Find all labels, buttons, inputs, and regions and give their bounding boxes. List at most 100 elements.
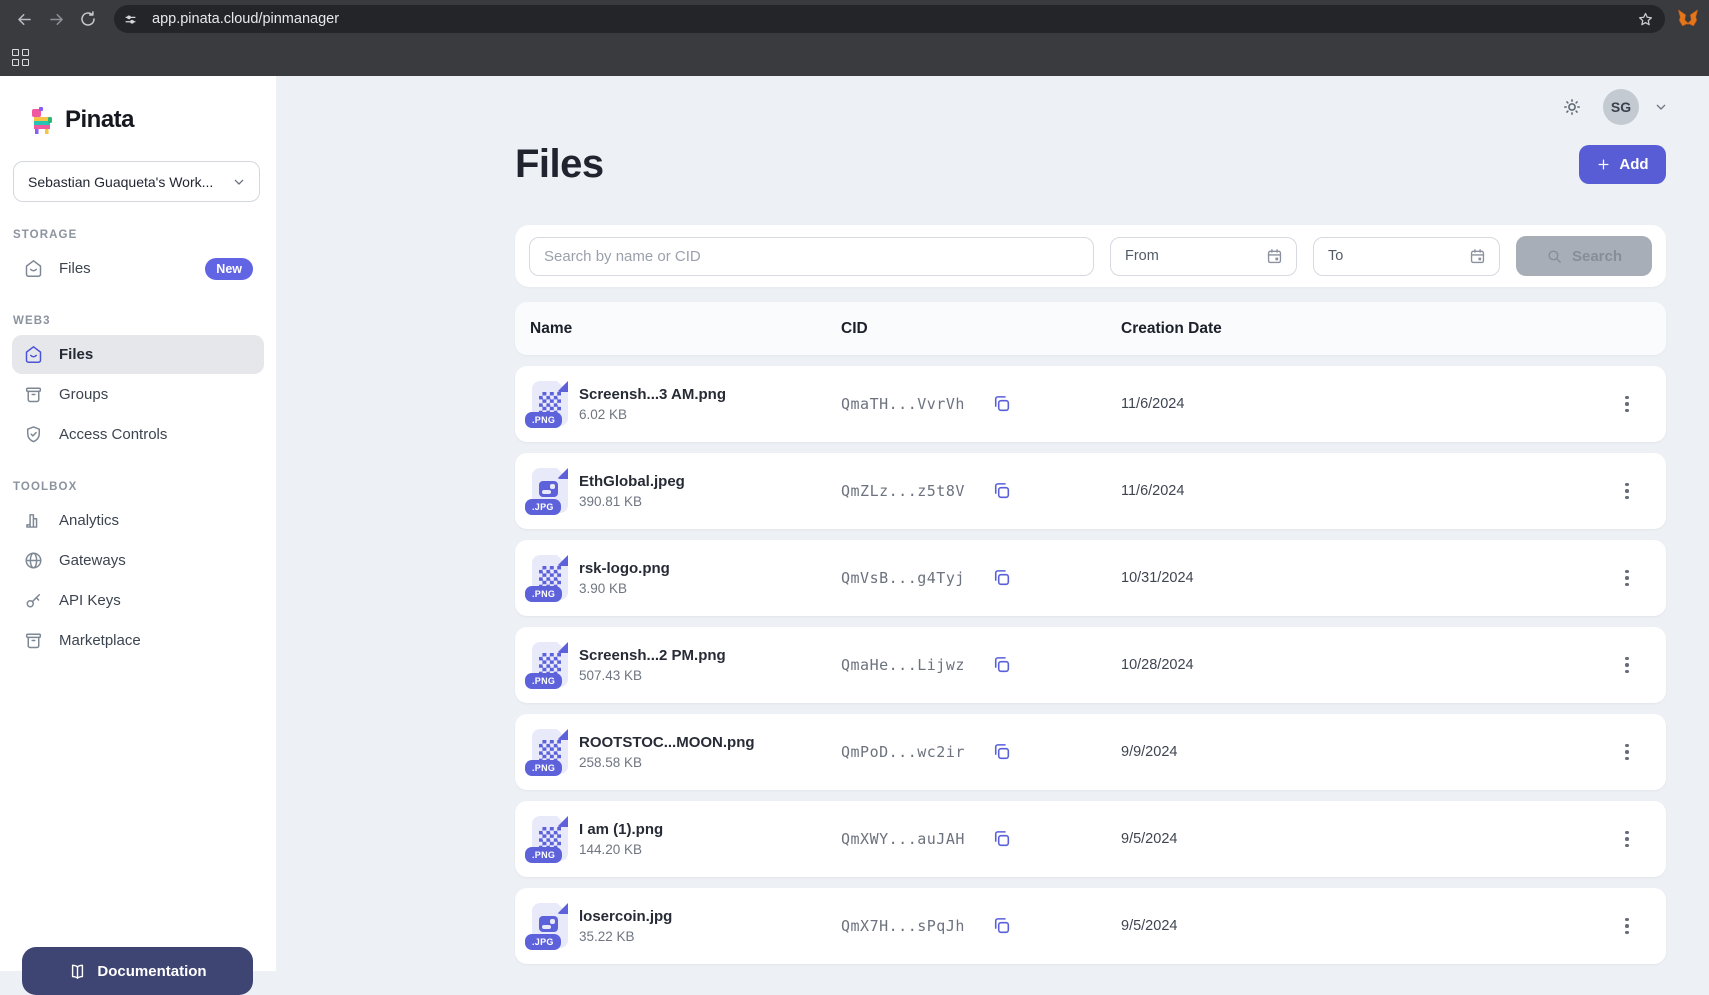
- row-menu-button[interactable]: [1610, 474, 1644, 508]
- table-row[interactable]: .PNG Screensh...2 PM.png 507.43 KB QmaHe…: [515, 627, 1666, 703]
- creation-date: 10/28/2024: [1121, 657, 1610, 673]
- copy-icon: [991, 393, 1012, 414]
- file-name: Screensh...3 AM.png: [579, 386, 726, 403]
- browser-back-button[interactable]: [8, 3, 40, 35]
- creation-date: 10/31/2024: [1121, 570, 1610, 586]
- copy-cid-button[interactable]: [991, 480, 1013, 502]
- file-extension-badge: .PNG: [525, 673, 562, 689]
- file-cid: QmVsB...g4Tyj: [841, 569, 965, 587]
- metamask-extension-icon[interactable]: [1677, 8, 1699, 30]
- sidebar-item-icon: [23, 630, 44, 651]
- file-extension-badge: .PNG: [525, 412, 562, 428]
- row-menu-button[interactable]: [1610, 822, 1644, 856]
- date-from-field[interactable]: From: [1110, 237, 1297, 276]
- sidebar-nav: STORAGE Files New WEB3 Files Groups Acce…: [0, 229, 276, 660]
- copy-cid-button[interactable]: [991, 741, 1013, 763]
- date-to-placeholder: To: [1328, 248, 1468, 264]
- sidebar: Pinata Sebastian Guaqueta's Work... STOR…: [0, 76, 276, 971]
- file-table-body: .PNG Screensh...3 AM.png 6.02 KB QmaTH..…: [515, 366, 1666, 964]
- date-to-field[interactable]: To: [1313, 237, 1500, 276]
- sidebar-item-analytics[interactable]: Analytics: [12, 501, 264, 540]
- pinata-logo[interactable]: Pinata: [30, 106, 276, 134]
- creation-date: 11/6/2024: [1121, 396, 1610, 412]
- file-cid: QmaHe...Lijwz: [841, 656, 965, 674]
- sidebar-item-label: Analytics: [59, 512, 119, 529]
- sidebar-item-api-keys[interactable]: API Keys: [12, 581, 264, 620]
- file-name: I am (1).png: [579, 821, 663, 838]
- file-extension-badge: .PNG: [525, 847, 562, 863]
- copy-icon: [991, 567, 1012, 588]
- search-input[interactable]: [529, 237, 1094, 276]
- table-row[interactable]: .PNG rsk-logo.png 3.90 KB QmVsB...g4Tyj …: [515, 540, 1666, 616]
- table-header: Name CID Creation Date: [515, 302, 1666, 355]
- copy-cid-button[interactable]: [991, 828, 1013, 850]
- table-row[interactable]: .PNG Screensh...3 AM.png 6.02 KB QmaTH..…: [515, 366, 1666, 442]
- column-header-creation-date: Creation Date: [1121, 320, 1610, 338]
- row-menu-button[interactable]: [1610, 909, 1644, 943]
- copy-cid-button[interactable]: [991, 393, 1013, 415]
- table-row[interactable]: .JPG losercoin.jpg 35.22 KB QmX7H...sPqJ…: [515, 888, 1666, 964]
- url-bar[interactable]: app.pinata.cloud/pinmanager: [114, 5, 1665, 33]
- row-menu-button[interactable]: [1610, 735, 1644, 769]
- copy-cid-button[interactable]: [991, 915, 1013, 937]
- table-row[interactable]: .JPG EthGlobal.jpeg 390.81 KB QmZLz...z5…: [515, 453, 1666, 529]
- site-settings-icon[interactable]: [118, 7, 142, 31]
- bookmark-star-icon[interactable]: [1636, 10, 1655, 29]
- copy-icon: [991, 654, 1012, 675]
- add-button[interactable]: Add: [1579, 145, 1666, 184]
- browser-reload-button[interactable]: [72, 3, 104, 35]
- row-menu-button[interactable]: [1610, 648, 1644, 682]
- sidebar-section-label: TOOLBOX: [13, 481, 276, 493]
- plus-icon: [1596, 157, 1611, 172]
- table-row[interactable]: .PNG ROOTSTOC...MOON.png 258.58 KB QmPoD…: [515, 714, 1666, 790]
- sidebar-item-icon: [23, 510, 44, 531]
- chevron-down-icon: [231, 174, 247, 190]
- sidebar-item-marketplace[interactable]: Marketplace: [12, 621, 264, 660]
- pinata-logo-icon: [30, 106, 56, 134]
- sidebar-section-label: WEB3: [13, 315, 276, 327]
- file-cid: QmPoD...wc2ir: [841, 743, 965, 761]
- copy-cid-button[interactable]: [991, 567, 1013, 589]
- file-type-icon: .PNG: [530, 555, 570, 602]
- tab-groups-grid-icon[interactable]: [12, 49, 29, 66]
- search-button[interactable]: Search: [1516, 236, 1652, 276]
- column-header-cid: CID: [841, 320, 1121, 338]
- table-row[interactable]: .PNG I am (1).png 144.20 KB QmXWY...auJA…: [515, 801, 1666, 877]
- sidebar-item-label: Files: [59, 260, 91, 277]
- row-menu-button[interactable]: [1610, 561, 1644, 595]
- browser-forward-button[interactable]: [40, 3, 72, 35]
- workspace-selector[interactable]: Sebastian Guaqueta's Work...: [13, 161, 260, 202]
- file-name: EthGlobal.jpeg: [579, 473, 685, 490]
- file-extension-badge: .JPG: [525, 499, 561, 515]
- documentation-button[interactable]: Documentation: [22, 947, 253, 995]
- file-size: 6.02 KB: [579, 407, 726, 422]
- sidebar-section-label: STORAGE: [13, 229, 276, 241]
- url-text[interactable]: app.pinata.cloud/pinmanager: [152, 11, 1636, 27]
- creation-date: 9/5/2024: [1121, 831, 1610, 847]
- sidebar-item-groups[interactable]: Groups: [12, 375, 264, 414]
- creation-date: 9/5/2024: [1121, 918, 1610, 934]
- copy-icon: [991, 915, 1012, 936]
- calendar-icon[interactable]: [1468, 247, 1487, 266]
- file-type-icon: .PNG: [530, 816, 570, 863]
- copy-icon: [991, 480, 1012, 501]
- file-cid: QmXWY...auJAH: [841, 830, 965, 848]
- sidebar-item-files[interactable]: Files New: [12, 249, 264, 288]
- file-type-icon: .JPG: [530, 468, 570, 515]
- sidebar-item-files[interactable]: Files: [12, 335, 264, 374]
- new-badge: New: [205, 258, 253, 280]
- book-icon: [68, 962, 87, 981]
- row-menu-button[interactable]: [1610, 387, 1644, 421]
- sidebar-item-icon: [23, 384, 44, 405]
- copy-cid-button[interactable]: [991, 654, 1013, 676]
- file-name: losercoin.jpg: [579, 908, 672, 925]
- file-size: 390.81 KB: [579, 494, 685, 509]
- sidebar-item-gateways[interactable]: Gateways: [12, 541, 264, 580]
- sidebar-item-access-controls[interactable]: Access Controls: [12, 415, 264, 454]
- file-type-icon: .JPG: [530, 903, 570, 950]
- sidebar-item-icon: [23, 424, 44, 445]
- sidebar-item-icon: [23, 550, 44, 571]
- calendar-icon[interactable]: [1265, 247, 1284, 266]
- sidebar-item-icon: [23, 344, 44, 365]
- creation-date: 11/6/2024: [1121, 483, 1610, 499]
